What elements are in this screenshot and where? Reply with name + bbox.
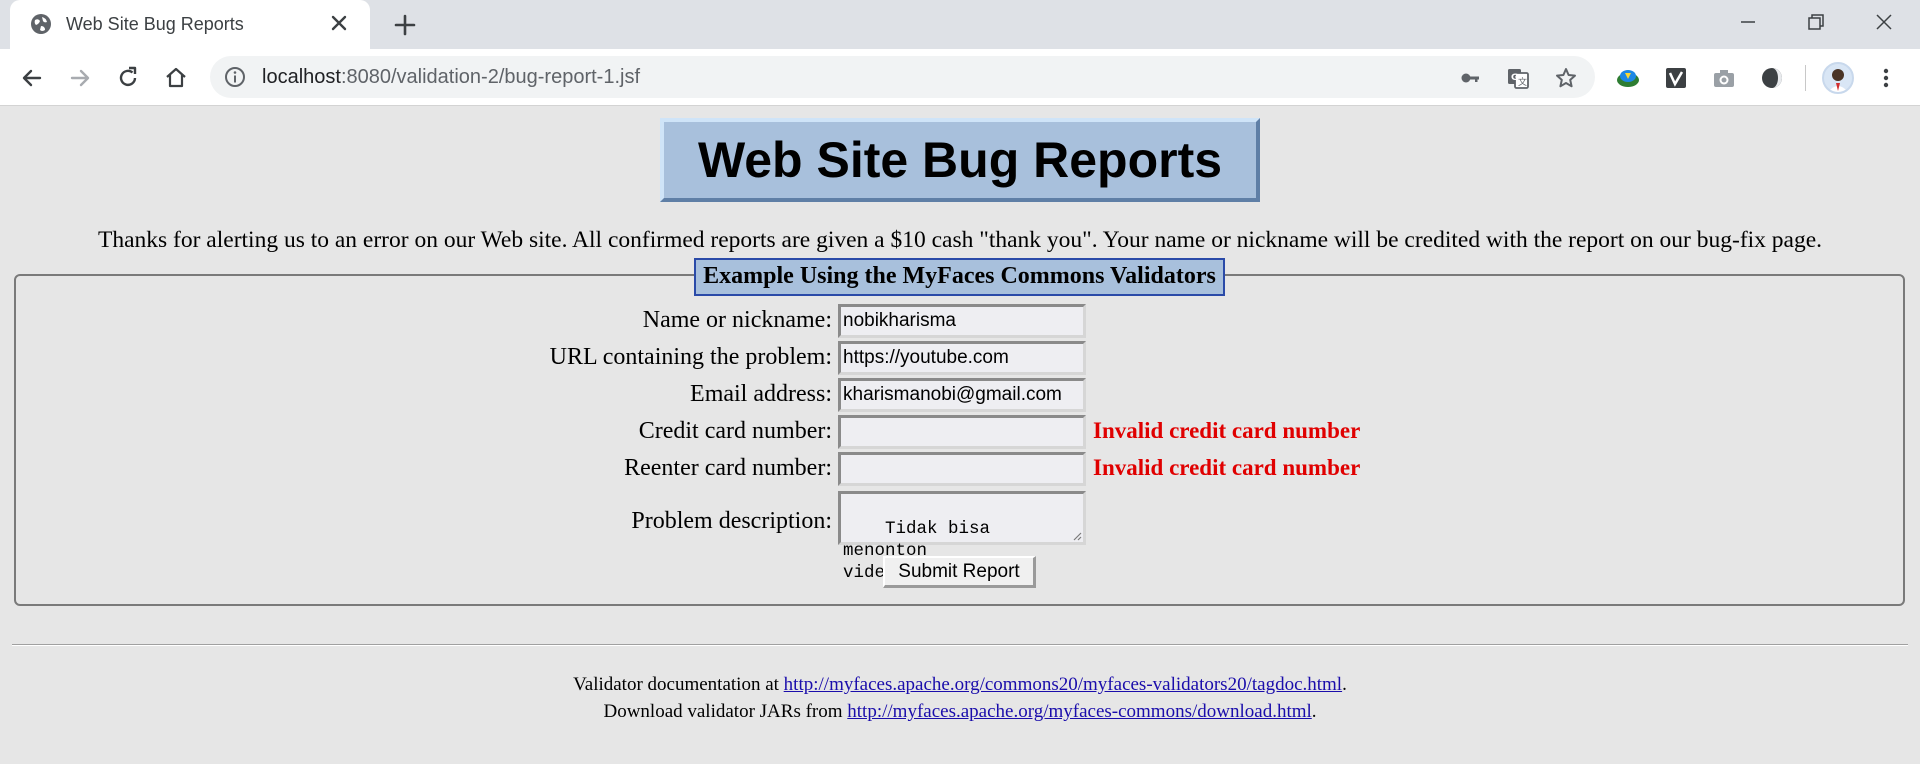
globe-icon xyxy=(31,14,51,34)
close-tab-icon[interactable] xyxy=(328,12,350,34)
name-label: Name or nickname: xyxy=(642,307,832,333)
back-icon[interactable] xyxy=(18,64,46,92)
info-icon[interactable] xyxy=(224,66,246,88)
url-text: localhost:8080/validation-2/bug-report-1… xyxy=(262,66,640,89)
description-textarea[interactable]: Tidak bisa menonton video xyxy=(838,491,1086,583)
download-jars-link[interactable]: http://myfaces.apache.org/myfaces-common… xyxy=(847,701,1312,722)
footer-line-1: Validator documentation at http://myface… xyxy=(0,674,1920,696)
browser-toolbar: localhost:8080/validation-2/bug-report-1… xyxy=(0,49,1920,106)
reenter-card-row: Reenter card number: Invalid credit card… xyxy=(0,452,1920,486)
active-tab[interactable]: Web Site Bug Reports xyxy=(10,0,370,49)
footer-doc-prefix: Validator documentation at xyxy=(573,674,784,695)
reload-icon[interactable] xyxy=(114,64,142,92)
reenter-card-label: Reenter card number: xyxy=(624,455,832,481)
email-input[interactable]: kharismanobi@gmail.com xyxy=(838,378,1086,412)
credit-card-row: Credit card number: Invalid credit card … xyxy=(0,415,1920,449)
divider xyxy=(12,644,1908,646)
description-label: Problem description: xyxy=(631,508,832,534)
minimize-icon[interactable] xyxy=(1736,10,1760,34)
footer-line-2: Download validator JARs from http://myfa… xyxy=(0,701,1920,723)
name-row: Name or nickname: nobikharisma xyxy=(0,304,1920,338)
url-row: URL containing the problem: https://yout… xyxy=(0,341,1920,375)
footer-download-prefix: Download validator JARs from xyxy=(603,701,848,722)
tab-title: Web Site Bug Reports xyxy=(66,14,244,34)
camera-extension-icon[interactable] xyxy=(1710,64,1738,92)
email-label: Email address: xyxy=(690,381,832,407)
vimeo-extension-icon[interactable] xyxy=(1662,64,1690,92)
toolbar-separator xyxy=(1805,65,1806,91)
home-icon[interactable] xyxy=(162,64,190,92)
fieldset-legend: Example Using the MyFaces Commons Valida… xyxy=(694,258,1225,296)
svg-text:文: 文 xyxy=(1518,76,1527,88)
url-path: :8080/validation-2/bug-report-1.jsf xyxy=(340,66,640,88)
new-tab-icon[interactable] xyxy=(392,12,418,38)
translate-icon[interactable]: G 文 xyxy=(1506,66,1530,90)
menu-kebab-icon[interactable] xyxy=(1872,64,1900,92)
email-row: Email address: kharismanobi@gmail.com xyxy=(0,378,1920,412)
url-input[interactable]: https://youtube.com xyxy=(838,341,1086,375)
restore-icon[interactable] xyxy=(1804,10,1828,34)
address-bar[interactable]: localhost:8080/validation-2/bug-report-1… xyxy=(210,56,1595,98)
credit-card-error: Invalid credit card number xyxy=(1093,418,1361,443)
submit-report-button[interactable]: Submit Report xyxy=(883,556,1036,588)
url-host: localhost xyxy=(262,66,341,88)
name-input[interactable]: nobikharisma xyxy=(838,304,1086,338)
idm-extension-icon[interactable] xyxy=(1614,64,1642,92)
reenter-card-error: Invalid credit card number xyxy=(1093,455,1361,480)
footer-doc-suffix: . xyxy=(1342,674,1347,695)
key-icon[interactable] xyxy=(1458,66,1482,90)
credit-card-input[interactable] xyxy=(838,415,1086,449)
avatar-icon xyxy=(1828,69,1848,92)
url-label: URL containing the problem: xyxy=(549,344,832,370)
dark-mode-extension-icon[interactable] xyxy=(1758,64,1786,92)
reenter-card-input[interactable] xyxy=(838,452,1086,486)
footer-download-suffix: . xyxy=(1311,701,1317,722)
tab-strip: Web Site Bug Reports xyxy=(0,0,1920,49)
credit-card-label: Credit card number: xyxy=(638,418,832,444)
page-title: Web Site Bug Reports xyxy=(660,118,1260,202)
bookmark-star-icon[interactable] xyxy=(1554,66,1578,90)
resize-grip-icon[interactable] xyxy=(1072,531,1082,541)
page-content: Web Site Bug Reports Thanks for alerting… xyxy=(0,106,1920,763)
forward-icon[interactable] xyxy=(66,64,94,92)
close-window-icon[interactable] xyxy=(1872,10,1896,34)
profile-avatar[interactable] xyxy=(1822,62,1854,94)
intro-text: Thanks for alerting us to an error on ou… xyxy=(97,227,1823,253)
validator-doc-link[interactable]: http://myfaces.apache.org/commons20/myfa… xyxy=(784,674,1342,695)
